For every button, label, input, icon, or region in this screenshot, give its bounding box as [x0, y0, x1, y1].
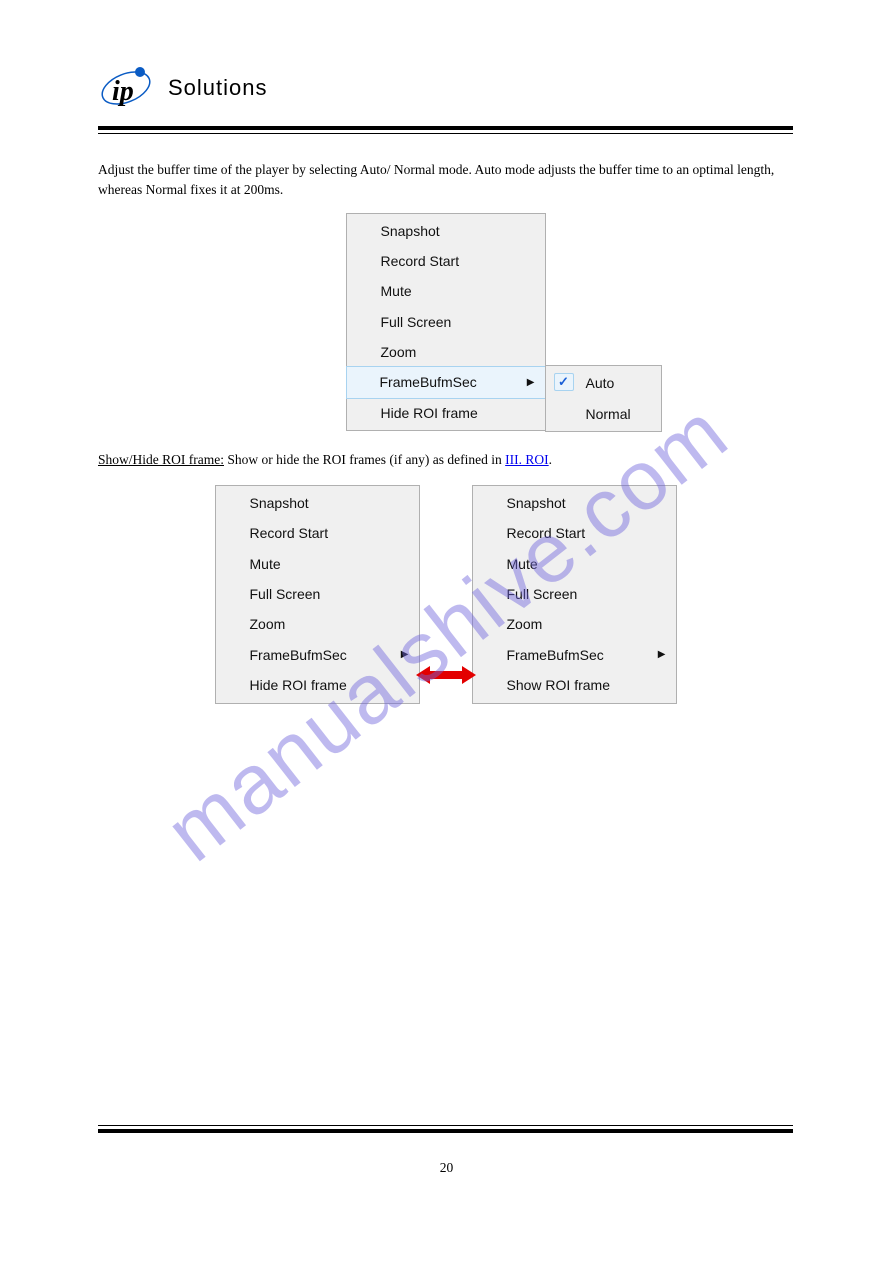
menu-item[interactable]: Mute	[473, 549, 676, 579]
roi-end: .	[549, 452, 552, 467]
menu-item[interactable]: Mute	[347, 276, 545, 306]
intro-paragraph: Adjust the buffer time of the player by …	[98, 160, 793, 201]
menu-item[interactable]: Hide ROI frame	[347, 398, 545, 428]
svg-text:ip: ip	[112, 76, 134, 107]
menu-item[interactable]: Hide ROI frame	[216, 670, 419, 700]
footer-divider	[98, 1125, 793, 1133]
menu-item-label: FrameBufmSec	[380, 374, 477, 390]
context-menu-1: Snapshot Record Start Mute Full Screen Z…	[346, 213, 546, 432]
menu-item-framebufmsec[interactable]: FrameBufmSec ▶ ✓ Auto Normal	[346, 366, 546, 398]
chevron-right-icon: ▶	[527, 375, 535, 391]
menu-item[interactable]: Mute	[216, 549, 419, 579]
menu-item[interactable]: Show ROI frame	[473, 670, 676, 700]
header-logo: ip Solutions	[98, 60, 793, 116]
context-menu-left: Snapshot Record Start Mute Full Screen Z…	[215, 485, 420, 704]
submenu-item-label: Auto	[586, 375, 615, 391]
submenu: ✓ Auto Normal	[545, 365, 662, 432]
menu-item[interactable]: Zoom	[473, 609, 676, 639]
context-menu-right: Snapshot Record Start Mute Full Screen Z…	[472, 485, 677, 704]
menu-item[interactable]: Full Screen	[216, 579, 419, 609]
body-content: Adjust the buffer time of the player by …	[98, 134, 793, 704]
page-number: 20	[0, 1160, 893, 1176]
roi-body: Show or hide the ROI frames (if any) as …	[224, 452, 505, 467]
double-arrow-icon	[416, 664, 476, 686]
footer-divider-wrap	[98, 1125, 793, 1133]
header-divider	[98, 126, 793, 134]
menu-item-label: FrameBufmSec	[507, 647, 604, 663]
menu-figure-2: Snapshot Record Start Mute Full Screen Z…	[98, 485, 793, 704]
roi-paragraph: Show/Hide ROI frame: Show or hide the RO…	[98, 449, 793, 471]
chevron-right-icon: ▶	[401, 647, 409, 663]
page-content-area: ip Solutions Adjust the buffer time of t…	[98, 60, 793, 724]
submenu-item-normal[interactable]: Normal	[546, 399, 661, 429]
brand-text: Solutions	[168, 75, 268, 101]
menu-item[interactable]: Record Start	[473, 518, 676, 548]
menu-item[interactable]: Snapshot	[347, 216, 545, 246]
chevron-right-icon: ▶	[658, 647, 666, 663]
roi-prefix: Show/Hide ROI frame:	[98, 452, 224, 467]
menu-item[interactable]: Full Screen	[473, 579, 676, 609]
check-icon: ✓	[554, 373, 574, 391]
menu-item[interactable]: Zoom	[216, 609, 419, 639]
menu-item[interactable]: Snapshot	[473, 488, 676, 518]
logo-icon: ip	[98, 60, 154, 116]
menu-item-framebufmsec[interactable]: FrameBufmSec ▶	[216, 640, 419, 670]
menu-item[interactable]: Record Start	[216, 518, 419, 548]
roi-link[interactable]: III. ROI	[505, 452, 549, 467]
submenu-item-auto[interactable]: ✓ Auto	[546, 368, 661, 398]
menu-figure-1: Snapshot Record Start Mute Full Screen Z…	[98, 213, 793, 432]
menu-item[interactable]: Full Screen	[347, 307, 545, 337]
menu-item[interactable]: Record Start	[347, 246, 545, 276]
menu-item[interactable]: Zoom	[347, 337, 545, 367]
menu-item-label: FrameBufmSec	[250, 647, 347, 663]
menu-item-framebufmsec[interactable]: FrameBufmSec ▶	[473, 640, 676, 670]
menu-item[interactable]: Snapshot	[216, 488, 419, 518]
